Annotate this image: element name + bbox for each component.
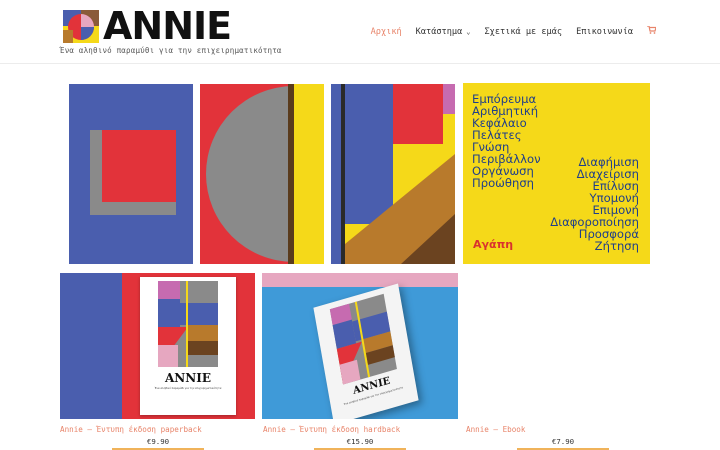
art-panel-square <box>69 84 193 264</box>
cart-icon[interactable] <box>647 25 657 37</box>
product-title-paperback[interactable]: Annie – Έντυπη έκδοση paperback <box>60 425 202 434</box>
product-image-hardback[interactable]: ANNIE Ένα αληθινό παραμύθι για την επιχε… <box>262 273 458 419</box>
product-image-paperback[interactable]: ANNIE Ένα αληθινό παραμύθι για την επιχε… <box>60 273 255 419</box>
art-panel-circle <box>200 84 324 264</box>
site-tagline: Ένα αληθινό παραμύθι για την επιχειρηματ… <box>60 46 282 55</box>
main-nav: Αρχική Κατάστημα ⌄ Σχετικά με εμάς Επικοι… <box>371 25 657 37</box>
product-title-ebook[interactable]: Annie – Ebook <box>466 425 525 434</box>
brand-name: ANNIE <box>103 4 232 48</box>
product-price-ebook: €7.90 <box>551 437 575 446</box>
site-header: ANNIE Ένα αληθινό παραμύθι για την επιχε… <box>0 0 720 64</box>
values-word-panel: Εμπόρευμα Αριθμητική Κεφάλαιο Πελάτες Γν… <box>463 83 650 264</box>
product-image-ebook[interactable] <box>465 273 661 419</box>
nav-item-shop-label: Κατάστημα <box>415 26 463 37</box>
logo-mark-icon <box>63 10 99 43</box>
product-price-hardback: €15.90 <box>346 437 374 446</box>
book-cover-title: ANNIE <box>164 371 211 385</box>
book-cover-subtitle: Ένα αληθινό παραμύθι για την επιχειρηματ… <box>154 387 222 390</box>
product-title-hardback[interactable]: Annie – Έντυπη έκδοση hardback <box>263 425 400 434</box>
nav-item-contact[interactable]: Επικοινωνία <box>576 27 633 37</box>
site-logo[interactable]: ANNIE <box>63 4 232 48</box>
word-left: Προώθηση <box>472 176 535 190</box>
highlight-word: Αγάπη <box>473 238 514 251</box>
nav-item-shop[interactable]: Κατάστημα ⌄ <box>416 27 471 37</box>
nav-item-about[interactable]: Σχετικά με εμάς <box>484 27 562 37</box>
art-panel-diagonal <box>331 84 455 264</box>
word-right: Ζήτηση <box>594 239 639 253</box>
hero-banner: Εμπόρευμα Αριθμητική Κεφάλαιο Πελάτες Γν… <box>60 74 658 271</box>
book-cover: ANNIE Ένα αληθινό παραμύθι για την επιχε… <box>313 283 419 419</box>
nav-item-home[interactable]: Αρχική <box>371 27 402 37</box>
chevron-down-icon: ⌄ <box>466 27 471 36</box>
book-cover: ANNIE Ένα αληθινό παραμύθι για την επιχε… <box>140 277 236 415</box>
product-price-paperback: €9.90 <box>146 437 170 446</box>
